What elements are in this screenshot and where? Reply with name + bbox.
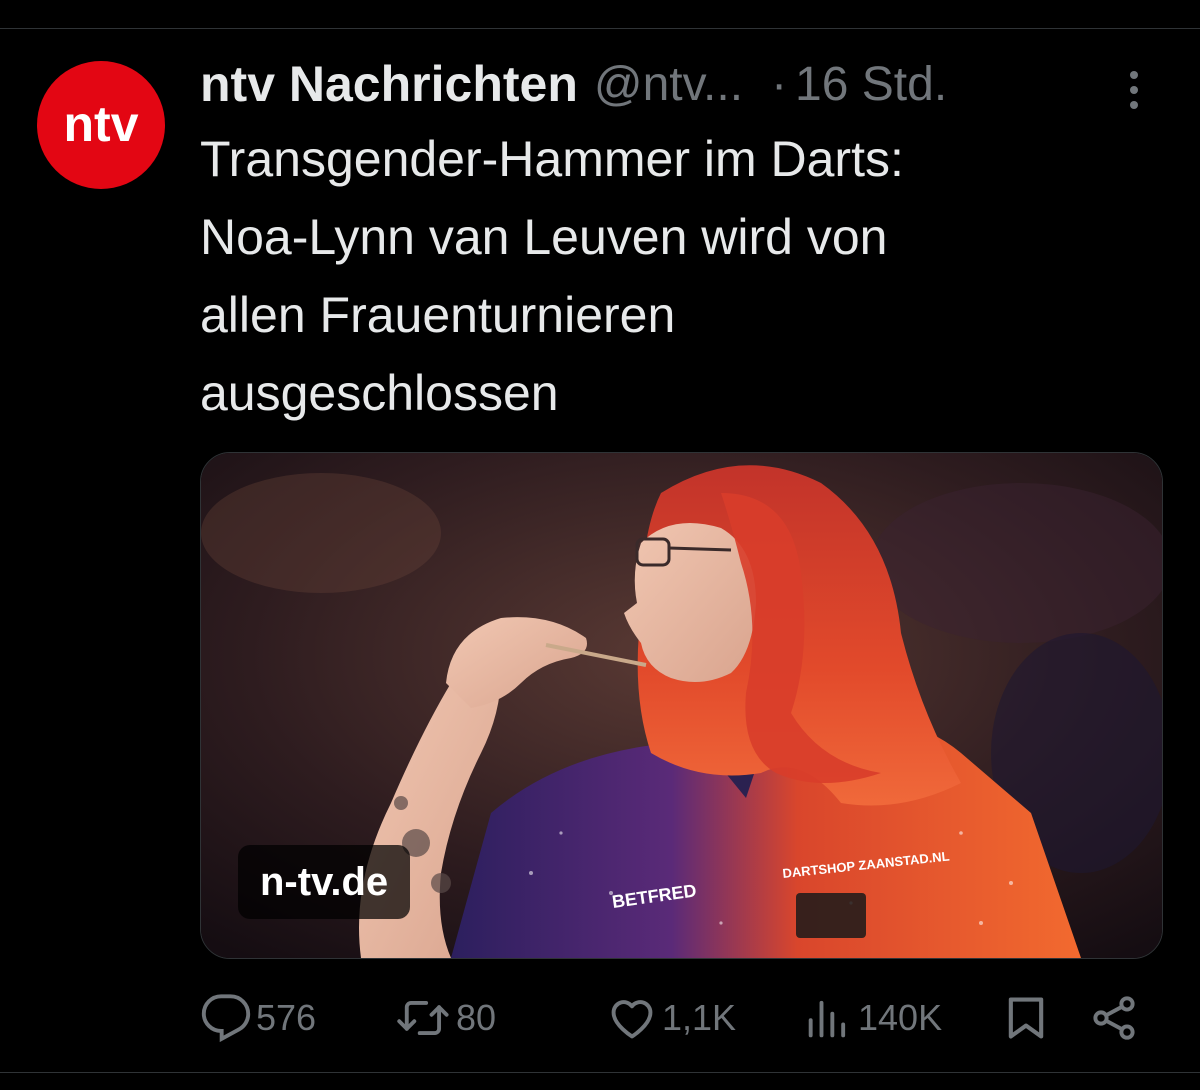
timestamp[interactable]: 16 Std. [795,57,947,112]
avatar-logo-text: ntv [64,96,139,152]
reply-count: 576 [256,997,317,1038]
tweet-header: ntv Nachrichten @ntv... · 16 Std. [200,54,1160,114]
ntv-logo: ntv [64,96,139,152]
avatar[interactable]: ntv [37,61,165,189]
repost-icon [397,1000,449,1036]
like-button[interactable]: 1,1K [606,990,736,1046]
more-vertical-icon [1130,71,1138,109]
share-button[interactable] [1088,990,1140,1046]
views-count: 140K [858,997,943,1038]
like-count: 1,1K [662,997,737,1038]
separator-dot: · [771,57,788,111]
views-icon [808,1000,846,1038]
reply-icon [201,994,251,1043]
share-icon [1093,996,1135,1040]
media-source-badge: n-tv.de [238,845,411,919]
bookmark-icon [1008,997,1044,1039]
repost-count: 80 [456,997,497,1038]
tweet-media-image[interactable]: BETFRED DARTSHOP ZAANSTAD.NL n-tv.de [200,452,1163,959]
more-options-button[interactable] [1112,60,1156,120]
author-name[interactable]: ntv Nachrichten [200,55,578,113]
reply-button[interactable]: 576 [200,990,316,1046]
heart-icon [611,1000,653,1039]
top-divider [0,28,1200,29]
bookmark-button[interactable] [1000,990,1052,1046]
tweet-text: Transgender-Hammer im Darts: Noa-Lynn va… [200,131,904,421]
bottom-divider [0,1072,1200,1073]
views-button[interactable]: 140K [802,990,942,1046]
tweet-action-bar: 576 80 1,1K 140K [200,990,1160,1046]
repost-button[interactable]: 80 [396,990,496,1046]
author-handle[interactable]: @ntv... [594,57,743,112]
